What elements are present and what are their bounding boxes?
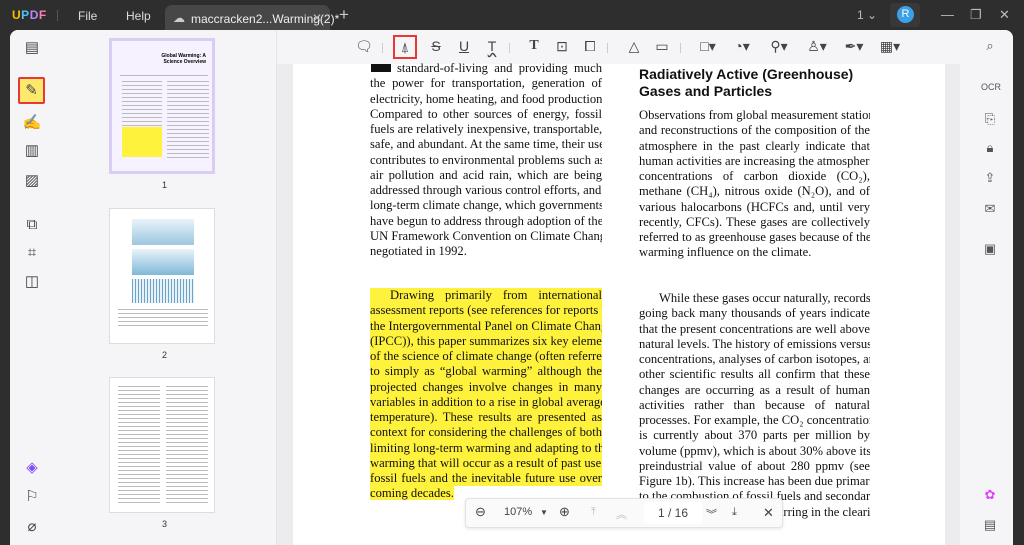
thumbnail-page-1[interactable]: Global Warming: A Science Overview xyxy=(109,38,215,174)
pin-icon[interactable]: ⚲▾ xyxy=(766,38,792,55)
bookmark-icon[interactable]: ⚐ xyxy=(22,487,42,507)
title-bar: UPDF File Help ☁ maccracken2...Warming(2… xyxy=(0,0,1024,30)
window-count-dropdown[interactable]: 1 ⌄ xyxy=(857,8,877,22)
fill-sign-icon[interactable]: ▨ xyxy=(22,171,42,191)
convert-icon[interactable]: ⎘ xyxy=(981,111,999,129)
zoom-out-icon[interactable]: ⊖ xyxy=(475,504,486,520)
close-pager-icon[interactable]: ✕ xyxy=(763,505,774,521)
left-column: standard-of-living and providing much th… xyxy=(370,61,602,259)
save-icon[interactable]: ▣ xyxy=(981,241,999,259)
comment-mode-icon[interactable]: ✎ xyxy=(18,77,45,104)
zoom-level[interactable]: 107% xyxy=(504,506,532,518)
left-tool-rail: ▤ ✎ ✍ ▥ ▨ ⧉ ⌗ ◫ ◈ ⚐ ⌀ xyxy=(10,30,52,545)
restore-button[interactable]: ❐ xyxy=(970,7,982,23)
organize-pages-icon[interactable]: ⧉ xyxy=(22,215,42,235)
attachment-icon[interactable]: ⌀ xyxy=(22,517,42,537)
previous-page-icon[interactable]: ︽ xyxy=(616,506,627,522)
comment-icon[interactable]: 🗨 xyxy=(354,38,374,55)
stamp-icon[interactable]: ♙▾ xyxy=(804,38,830,55)
pdf-page: standard-of-living and providing much th… xyxy=(293,64,945,545)
zoom-dropdown-icon[interactable]: ▼ xyxy=(540,508,548,517)
highlighted-paragraph[interactable]: Drawing primarily from international ass… xyxy=(370,288,602,502)
last-page-icon[interactable]: ⤓ xyxy=(732,506,737,519)
text-box-icon[interactable]: ⊡ xyxy=(552,38,572,55)
eraser-icon[interactable]: ▭ xyxy=(652,38,672,55)
highlight-icon[interactable]: ⍋ xyxy=(393,35,417,59)
layers-icon[interactable]: ◈ xyxy=(22,458,42,478)
comment-toolbar: 🗨 ⍋ S U T T ⊡ ⧠ △ ▭ □▾ ◔▾ ⚲▾ ♙▾ ✒▾ ▦▾ xyxy=(277,30,960,64)
app-body: ▤ ✎ ✍ ▥ ▨ ⧉ ⌗ ◫ ◈ ⚐ ⌀ Global Warming: A … xyxy=(10,30,1013,545)
close-window-button[interactable]: ✕ xyxy=(999,7,1010,23)
first-page-icon[interactable]: ⤒ xyxy=(591,506,596,519)
right-paragraph-2: While these gases occur naturally, recor… xyxy=(639,291,870,520)
page-number-input[interactable]: 1 / 16 xyxy=(644,502,702,524)
strikethrough-icon[interactable]: S xyxy=(426,38,446,54)
text-callout-icon[interactable]: ⧠ xyxy=(580,38,600,55)
squiggly-icon[interactable]: T xyxy=(482,38,502,54)
page-tools-icon[interactable]: ◫ xyxy=(22,272,42,292)
text-icon[interactable]: T xyxy=(524,38,544,54)
reader-icon[interactable]: ▤ xyxy=(22,38,42,58)
sticker-icon[interactable]: ◔▾ xyxy=(729,38,755,55)
share-icon[interactable]: ⇪ xyxy=(981,170,999,188)
right-tool-rail: ⌕ OCR ⎘ 🔒︎ ⇪ ✉ ▣ ✿ ▤ xyxy=(960,30,1013,545)
menu-help[interactable]: Help xyxy=(126,9,151,23)
minimize-button[interactable]: — xyxy=(941,7,954,22)
measure-icon[interactable]: ▦▾ xyxy=(877,38,903,55)
avatar[interactable]: R xyxy=(897,6,914,23)
ocr-icon[interactable]: OCR xyxy=(981,82,999,100)
next-page-icon[interactable]: ︾ xyxy=(706,506,717,522)
section-heading: Radiatively Active (Greenhouse) Gases an… xyxy=(639,66,853,100)
underline-icon[interactable]: U xyxy=(454,38,474,54)
chat-icon[interactable]: ▤ xyxy=(981,517,999,535)
signature-icon[interactable]: ✒▾ xyxy=(841,38,867,55)
email-icon[interactable]: ✉ xyxy=(981,201,999,219)
crop-icon[interactable]: ⌗ xyxy=(22,243,42,263)
edit-pdf-icon[interactable]: ✍ xyxy=(22,113,42,133)
ai-assistant-icon[interactable]: ✿ xyxy=(981,487,999,505)
shape-icon[interactable]: □▾ xyxy=(695,38,721,55)
right-paragraph-1: Observations from global measurement sta… xyxy=(639,108,870,261)
protect-icon[interactable]: 🔒︎ xyxy=(981,140,999,158)
menu-file[interactable]: File xyxy=(78,9,97,23)
thumbnail-panel: Global Warming: A Science Overview 1 2 3 xyxy=(52,30,277,545)
new-tab-button[interactable]: + xyxy=(339,5,349,25)
document-tab[interactable]: ☁ maccracken2...Warming(2)* ✕ xyxy=(165,5,330,30)
form-icon[interactable]: ▥ xyxy=(22,141,42,161)
thumbnail-page-3[interactable] xyxy=(109,377,215,513)
cloud-icon: ☁ xyxy=(173,11,185,25)
page-navigation-bar: ⊖ 107% ▼ ⊕ ⤒ ︽ 1 / 16 ︾ ⤓ ✕ xyxy=(465,498,783,528)
zoom-in-icon[interactable]: ⊕ xyxy=(559,504,570,520)
close-tab-icon[interactable]: ✕ xyxy=(312,11,322,25)
pencil-icon[interactable]: △ xyxy=(624,38,644,55)
search-icon[interactable]: ⌕ xyxy=(981,38,999,56)
updf-logo: UPDF xyxy=(12,8,47,22)
thumbnail-page-2[interactable] xyxy=(109,208,215,344)
